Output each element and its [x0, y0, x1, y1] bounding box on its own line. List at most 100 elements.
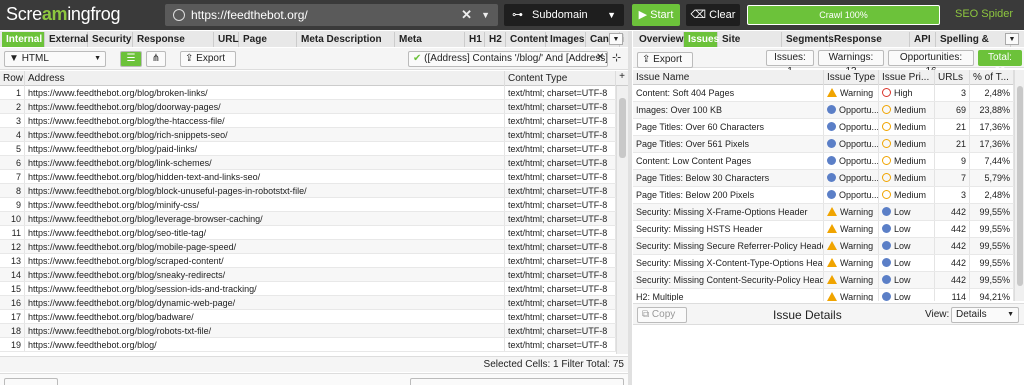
table-row[interactable]: 13 https://www.feedthebot.org/blog/scrape…	[0, 254, 616, 268]
tab-meta-keywords[interactable]: Meta Keywords	[395, 32, 465, 60]
chevron-down-icon[interactable]: ▼	[481, 4, 490, 26]
scroll-thumb[interactable]	[1017, 86, 1023, 286]
tab-page-titles[interactable]: Page Titles	[239, 32, 297, 60]
tab-h2[interactable]: H2	[485, 32, 506, 47]
bottom-search[interactable]	[410, 378, 624, 385]
table-row[interactable]: 4 https://www.feedthebot.org/blog/rich-sn…	[0, 128, 616, 142]
tree-view-button[interactable]: ⋔	[146, 51, 166, 67]
col-issue-name[interactable]: Issue Name	[633, 70, 824, 85]
issues-scrollbar[interactable]	[1014, 70, 1024, 301]
col-issue-priority[interactable]: Issue Pri...	[879, 70, 935, 85]
issue-row[interactable]: Content: Soft 404 Pages Warning High 3 2,48%	[633, 85, 1014, 102]
tab-segments[interactable]: Segments	[782, 32, 834, 47]
content-type-cell: text/html; charset=UTF-8	[505, 170, 616, 183]
clear-url-icon[interactable]: ✕	[461, 4, 472, 26]
tab-security[interactable]: Security	[88, 32, 133, 47]
table-row[interactable]: 18 https://www.feedthebot.org/blog/robots…	[0, 324, 616, 338]
table-row[interactable]: 3 https://www.feedthebot.org/blog/the-hta…	[0, 114, 616, 128]
issue-name-cell: Content: Low Content Pages	[633, 153, 824, 169]
warning-icon	[827, 292, 837, 301]
table-row[interactable]: 2 https://www.feedthebot.org/blog/doorway…	[0, 100, 616, 114]
tab-overflow-icon[interactable]: ▼	[1005, 33, 1019, 45]
issue-row[interactable]: Security: Missing X-Frame-Options Header…	[633, 204, 1014, 221]
settings-icon[interactable]: ⊹	[612, 51, 621, 64]
issue-row[interactable]: Images: Over 100 KB Opportu... Medium 69 23,…	[633, 102, 1014, 119]
tab-overflow-icon[interactable]: ▼	[609, 33, 623, 45]
issues-export-button[interactable]: ⇪ Export	[637, 52, 693, 68]
tab-api[interactable]: API	[910, 32, 936, 47]
tab-content[interactable]: Content	[506, 32, 548, 47]
issue-row[interactable]: Security: Missing HSTS Header Warning Low 4…	[633, 221, 1014, 238]
issue-row[interactable]: Security: Missing X-Content-Type-Options…	[633, 255, 1014, 272]
table-row[interactable]: 9 https://www.feedthebot.org/blog/minify-…	[0, 198, 616, 212]
tab-response-codes[interactable]: Response Codes	[133, 32, 214, 60]
table-row[interactable]: 15 https://www.feedthebot.org/blog/sessio…	[0, 282, 616, 296]
scroll-thumb[interactable]	[619, 98, 626, 158]
table-row[interactable]: 1 https://www.feedthebot.org/blog/broken-…	[0, 86, 616, 100]
content-type-cell: text/html; charset=UTF-8	[505, 114, 616, 127]
play-icon: ▶	[638, 9, 651, 21]
issue-row[interactable]: Security: Missing Content-Security-Polic…	[633, 272, 1014, 289]
row-number-cell: 18	[0, 324, 25, 337]
column-chooser-icon[interactable]: +	[616, 71, 628, 86]
tab-issues[interactable]: Issues	[684, 32, 719, 47]
warnings-count-button[interactable]: Warnings: 13	[818, 50, 884, 77]
search-input[interactable]: ✔ ([Address] Contains '/blog/' And [Addr…	[408, 51, 608, 67]
view-select[interactable]: Details ▼	[951, 307, 1019, 323]
table-row[interactable]: 5 https://www.feedthebot.org/blog/paid-li…	[0, 142, 616, 156]
issue-row[interactable]: Page Titles: Below 30 Characters Opportu.…	[633, 170, 1014, 187]
table-row[interactable]: 6 https://www.feedthebot.org/blog/link-sc…	[0, 156, 616, 170]
tab-h1[interactable]: H1	[465, 32, 485, 47]
tab-overview[interactable]: Overview	[635, 32, 684, 47]
issue-type-cell: Opportu...	[824, 153, 879, 169]
tab-url[interactable]: URL	[214, 32, 239, 47]
crawl-mode-select[interactable]: ⊶ Subdomain ▼	[504, 4, 624, 26]
url-input[interactable]: https://feedthebot.org/ ✕ ▼	[165, 4, 498, 26]
issue-row[interactable]: Page Titles: Over 60 Characters Opportu..…	[633, 119, 1014, 136]
tab-site-structure[interactable]: Site Structure	[718, 32, 782, 60]
low-priority-icon	[882, 292, 891, 301]
table-row[interactable]: 11 https://www.feedthebot.org/blog/seo-ti…	[0, 226, 616, 240]
table-row[interactable]: 17 https://www.feedthebot.org/blog/badwar…	[0, 310, 616, 324]
filter-select[interactable]: ▼ HTML ▼	[4, 51, 106, 67]
table-row[interactable]: 14 https://www.feedthebot.org/blog/sneaky…	[0, 268, 616, 282]
tab-images[interactable]: Images	[546, 32, 586, 47]
tab-external[interactable]: External	[45, 32, 88, 47]
col-content-type[interactable]: Content Type	[505, 71, 616, 86]
issue-row[interactable]: Page Titles: Over 561 Pixels Opportu... Me…	[633, 136, 1014, 153]
issue-row[interactable]: Page Titles: Below 200 Pixels Opportu... M…	[633, 187, 1014, 204]
export-button[interactable]: ⇪ Export	[180, 51, 236, 67]
opportunities-count-button[interactable]: Opportunities: 16	[888, 50, 974, 77]
issue-row[interactable]: Content: Low Content Pages Opportu... Medi…	[633, 153, 1014, 170]
col-percent[interactable]: % of T...	[970, 70, 1014, 85]
issues-count-button[interactable]: Issues: 1	[766, 50, 814, 77]
issue-row[interactable]: H2: Multiple Warning Low 114 94,21%	[633, 289, 1014, 301]
chevron-down-icon: ▼	[607, 10, 616, 20]
col-urls[interactable]: URLs	[935, 70, 970, 85]
table-row[interactable]: 10 https://www.feedthebot.org/blog/levera…	[0, 212, 616, 226]
copy-button[interactable]: ⧉ Copy	[637, 307, 687, 323]
tab-response-times[interactable]: Response Times	[830, 32, 910, 60]
clear-button[interactable]: ⌫ Clear	[686, 4, 740, 26]
table-row[interactable]: 12 https://www.feedthebot.org/blog/mobile…	[0, 240, 616, 254]
tab-spelling-gra[interactable]: Spelling & Gra	[936, 32, 1011, 60]
table-row[interactable]: 7 https://www.feedthebot.org/blog/hidden-…	[0, 170, 616, 184]
col-address[interactable]: Address	[25, 71, 505, 86]
list-view-button[interactable]: ☰	[120, 51, 142, 67]
tab-meta-description[interactable]: Meta Description	[297, 32, 395, 47]
table-row[interactable]: 16 https://www.feedthebot.org/blog/dynami…	[0, 296, 616, 310]
col-row[interactable]: Row	[0, 71, 25, 86]
clear-search-icon[interactable]: ✕	[596, 52, 604, 63]
content-type-cell: text/html; charset=UTF-8	[505, 282, 616, 295]
tab-internal[interactable]: Internal	[2, 32, 45, 47]
total-count-button[interactable]: Total: 30	[978, 50, 1022, 77]
bottom-tab[interactable]	[4, 378, 58, 385]
pane-divider[interactable]	[628, 31, 632, 385]
top-bar: Screamingfrog https://feedthebot.org/ ✕ …	[0, 0, 1024, 30]
start-button[interactable]: ▶ Start	[632, 4, 680, 26]
issue-row[interactable]: Security: Missing Secure Referrer-Policy…	[633, 238, 1014, 255]
table-row[interactable]: 19 https://www.feedthebot.org/blog/text/h…	[0, 338, 616, 352]
table-row[interactable]: 8 https://www.feedthebot.org/blog/block-u…	[0, 184, 616, 198]
left-scrollbar[interactable]	[616, 86, 628, 354]
col-issue-type[interactable]: Issue Type	[824, 70, 879, 85]
